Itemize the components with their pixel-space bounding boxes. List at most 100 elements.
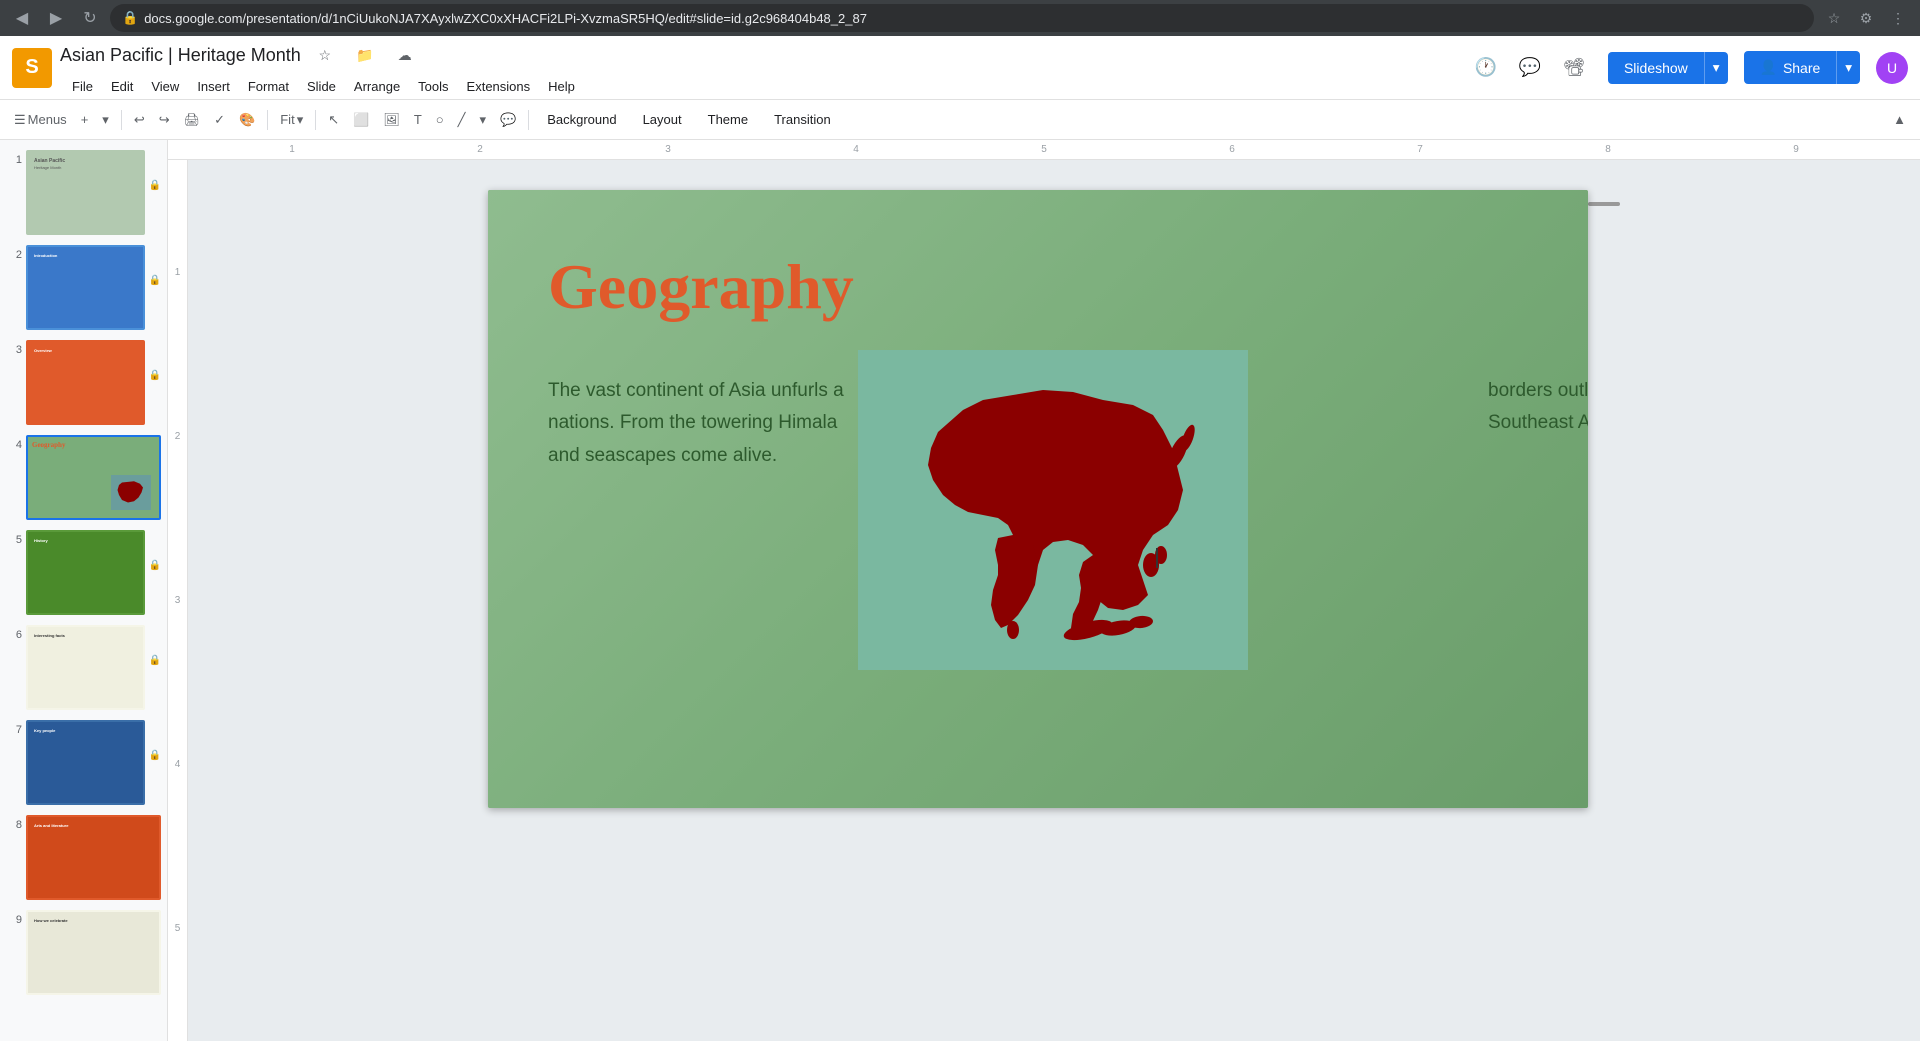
share-button[interactable]: 👤 Share xyxy=(1744,51,1837,84)
slide-6-lock: 🔒 xyxy=(149,655,161,666)
separator-3 xyxy=(315,110,316,130)
theme-button[interactable]: Theme xyxy=(696,108,760,131)
slide-item-5[interactable]: 5 History 🔒 xyxy=(4,528,163,617)
textbox-tool[interactable]: T xyxy=(408,106,428,134)
menu-slide[interactable]: Slide xyxy=(299,75,344,98)
zoom-label: Fit xyxy=(280,112,294,127)
slide-thumb-3[interactable]: Overview xyxy=(26,340,145,425)
slide-3-lock: 🔒 xyxy=(149,370,161,381)
asia-map-shape xyxy=(928,390,1197,644)
comments-button[interactable]: 💬 xyxy=(1512,50,1548,86)
nav-dot-active xyxy=(1588,202,1620,206)
comment-tool[interactable]: 💬 xyxy=(494,106,522,134)
slide-thumb-8[interactable]: Arts and literature xyxy=(26,815,161,900)
select-tool-2[interactable]: ⬜ xyxy=(347,106,375,134)
slide-item-2[interactable]: 2 Introduction 🔒 xyxy=(4,243,163,332)
body-text-left-3: and seascapes come alive. xyxy=(548,445,777,466)
slide-item-1[interactable]: 1 Asian Pacific Heritage Month 🔒 xyxy=(4,148,163,237)
slide-canvas[interactable]: Geography The vast continent of Asia unf… xyxy=(488,190,1588,808)
slide-number-5: 5 xyxy=(6,534,22,546)
app-title-text: Asian Pacific | Heritage Month xyxy=(60,45,301,66)
back-button[interactable]: ◀ xyxy=(8,4,36,32)
slide-item-7[interactable]: 7 Key people 🔒 xyxy=(4,718,163,807)
background-button[interactable]: Background xyxy=(535,108,628,131)
menu-edit[interactable]: Edit xyxy=(103,75,141,98)
separator-1 xyxy=(121,110,122,130)
slide-thumb-4[interactable]: Geography xyxy=(26,435,161,520)
line-dropdown[interactable]: ▾ xyxy=(473,106,492,134)
menus-button[interactable]: ☰ Menus xyxy=(8,106,73,134)
slide-number-2: 2 xyxy=(6,249,22,261)
redo-button[interactable]: ↪ xyxy=(153,106,176,134)
bookmark-button[interactable]: ☆ xyxy=(1820,4,1848,32)
toolbar: ☰ Menus + ▾ ↩ ↪ 🖨 ✓ 🎨 Fit ▾ ↖ ⬜ 🖼 T ○ ╱ … xyxy=(0,100,1920,140)
menu-tools[interactable]: Tools xyxy=(410,75,456,98)
share-dropdown[interactable]: ▾ xyxy=(1836,51,1860,84)
present-button[interactable]: 📽 xyxy=(1556,50,1592,86)
slide-thumb-5[interactable]: History xyxy=(26,530,145,615)
ruler-left-1: 1 xyxy=(175,267,181,278)
menu-file[interactable]: File xyxy=(64,75,101,98)
body-text-right-2: Southeast Asia, mountains, rivers, xyxy=(1488,412,1588,433)
slide-panel: 1 Asian Pacific Heritage Month 🔒 2 Intro… xyxy=(0,140,168,1041)
menu-arrange[interactable]: Arrange xyxy=(346,75,408,98)
layout-button[interactable]: Layout xyxy=(631,108,694,131)
ruler-left: 1 2 3 4 5 xyxy=(168,160,188,1041)
slideshow-dropdown[interactable]: ▾ xyxy=(1704,52,1728,84)
body-text-right-1: borders outlining a tapestry of xyxy=(1488,380,1588,401)
menu-button[interactable]: ⋮ xyxy=(1884,4,1912,32)
menu-help[interactable]: Help xyxy=(540,75,583,98)
slideshow-button[interactable]: Slideshow xyxy=(1608,52,1704,84)
slide-thumb-6[interactable]: Interesting facts xyxy=(26,625,145,710)
slide-item-6[interactable]: 6 Interesting facts 🔒 xyxy=(4,623,163,712)
ruler-top: 1 2 3 4 5 6 7 8 9 xyxy=(168,140,1920,160)
spellcheck-button[interactable]: ✓ xyxy=(208,106,231,134)
zoom-button[interactable]: Fit ▾ xyxy=(274,106,309,134)
slide-thumb-9[interactable]: How we celebrate xyxy=(26,910,161,995)
slide-number-3: 3 xyxy=(6,344,22,356)
menu-format[interactable]: Format xyxy=(240,75,297,98)
slide-item-8[interactable]: 8 Arts and literature xyxy=(4,813,163,902)
slide-thumb-2[interactable]: Introduction xyxy=(26,245,145,330)
asia-map-svg xyxy=(883,370,1223,650)
cloud-button[interactable]: ☁ xyxy=(387,37,423,73)
slide-thumb-7[interactable]: Key people xyxy=(26,720,145,805)
logo-letter: S xyxy=(25,56,38,79)
app-header: S Asian Pacific | Heritage Month ☆ 📁 ☁ F… xyxy=(0,36,1920,100)
browser-actions: ☆ ⚙ ⋮ xyxy=(1820,4,1912,32)
history-button[interactable]: 🕐 xyxy=(1468,50,1504,86)
toolbar-collapse[interactable]: ▲ xyxy=(1887,106,1912,134)
slide-thumb-1[interactable]: Asian Pacific Heritage Month xyxy=(26,150,145,235)
add-button[interactable]: + xyxy=(75,106,95,134)
paintformat-button[interactable]: 🎨 xyxy=(233,106,261,134)
canvas-area: Geography The vast continent of Asia unf… xyxy=(188,160,1920,1041)
folder-button[interactable]: 📁 xyxy=(347,37,383,73)
avatar[interactable]: U xyxy=(1876,52,1908,84)
add-dropdown[interactable]: ▾ xyxy=(96,106,115,134)
address-bar[interactable]: 🔒 docs.google.com/presentation/d/1nCiUuk… xyxy=(110,4,1814,32)
star-button[interactable]: ☆ xyxy=(307,37,343,73)
transition-button[interactable]: Transition xyxy=(762,108,843,131)
slide-number-4: 4 xyxy=(6,439,22,451)
menu-extensions[interactable]: Extensions xyxy=(459,75,539,98)
slide-body-text-left[interactable]: The vast continent of Asia unfurls a nat… xyxy=(548,375,858,472)
slide-body-text-right[interactable]: borders outlining a tapestry of Southeas… xyxy=(1488,375,1588,440)
extensions-button[interactable]: ⚙ xyxy=(1852,4,1880,32)
print-button[interactable]: 🖨 xyxy=(178,106,207,134)
undo-button[interactable]: ↩ xyxy=(128,106,151,134)
slide-item-4[interactable]: 4 Geography xyxy=(4,433,163,522)
refresh-button[interactable]: ↻ xyxy=(76,4,104,32)
menu-insert[interactable]: Insert xyxy=(189,75,238,98)
slide-title[interactable]: Geography xyxy=(548,250,854,324)
menu-view[interactable]: View xyxy=(143,75,187,98)
lock-icon: 🔒 xyxy=(122,10,138,26)
slide-map-container[interactable] xyxy=(858,350,1248,670)
forward-button[interactable]: ▶ xyxy=(42,4,70,32)
app-logo: S xyxy=(12,48,52,88)
slide-item-9[interactable]: 9 How we celebrate xyxy=(4,908,163,997)
slide-item-3[interactable]: 3 Overview 🔒 xyxy=(4,338,163,427)
image-tool[interactable]: 🖼 xyxy=(377,106,406,134)
shape-tool[interactable]: ○ xyxy=(430,106,450,134)
select-tool[interactable]: ↖ xyxy=(322,106,345,134)
line-tool[interactable]: ╱ xyxy=(452,106,472,134)
